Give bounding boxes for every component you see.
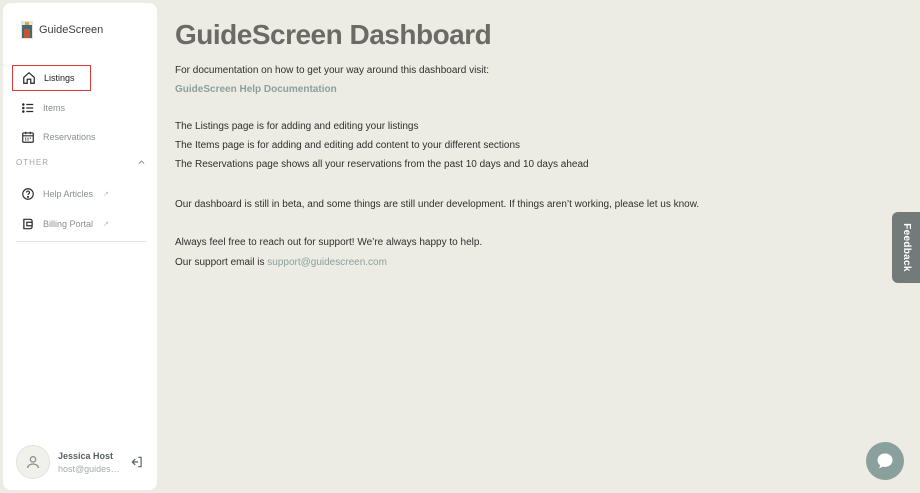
user-icon	[27, 456, 39, 469]
chat-button[interactable]	[866, 442, 904, 480]
sidebar-item-label: Help Articles	[43, 189, 94, 199]
help-circle-icon	[22, 188, 34, 200]
sidebar-item-help-articles[interactable]: Help Articles ↗	[12, 181, 150, 207]
sidebar-item-billing-portal[interactable]: Billing Portal ↗	[12, 211, 150, 237]
chat-bubble-icon	[877, 453, 893, 469]
guidescreen-logo-icon	[21, 21, 33, 39]
sidebar-item-items[interactable]: Items	[12, 95, 150, 121]
logout-icon[interactable]	[130, 455, 144, 469]
external-link-icon: ↗	[103, 221, 109, 228]
sidebar-item-label: Reservations	[43, 132, 96, 142]
main-content: GuideScreen Dashboard For documentation …	[175, 15, 875, 268]
chevron-up-icon	[138, 160, 145, 164]
support-email-link[interactable]: support@guidescreen.com	[267, 257, 387, 268]
intro-text: For documentation on how to get your way…	[175, 65, 490, 76]
sidebar: GuideScreen Listings Items Reservations …	[3, 3, 157, 490]
support-line: Always feel free to reach out for suppor…	[175, 237, 483, 248]
divider	[16, 241, 146, 242]
user-email: host@guidescreen.com	[58, 463, 120, 474]
sidebar-item-label: Items	[43, 103, 66, 113]
help-documentation-link[interactable]: GuideScreen Help Documentation	[175, 84, 337, 95]
feedback-tab[interactable]: Feedback	[892, 212, 920, 283]
page-title: GuideScreen Dashboard	[175, 19, 492, 50]
user-name: Jessica Host	[58, 450, 114, 461]
user-profile[interactable]: Jessica Host host@guidescreen.com	[16, 444, 148, 480]
section-label: OTHER	[16, 158, 49, 167]
items-description: The Items page is for adding and editing…	[175, 140, 521, 151]
sidebar-item-label: Listings	[44, 73, 75, 83]
home-icon	[23, 71, 35, 84]
external-link-icon: ↗	[103, 191, 109, 198]
brand-name: GuideScreen	[39, 24, 104, 36]
feedback-label: Feedback	[900, 223, 912, 272]
avatar[interactable]	[16, 445, 50, 479]
support-email-line: Our support email is support@guidescreen…	[175, 257, 387, 268]
listings-description: The Listings page is for adding and edit…	[175, 121, 419, 132]
reservations-description: The Reservations page shows all your res…	[175, 159, 589, 170]
section-other[interactable]: OTHER	[16, 158, 146, 167]
calendar-icon	[22, 131, 34, 143]
sidebar-item-listings[interactable]: Listings	[12, 65, 91, 91]
sidebar-item-label: Billing Portal	[43, 219, 94, 229]
sidebar-item-reservations[interactable]: Reservations	[12, 124, 150, 150]
list-icon	[22, 103, 34, 113]
brand[interactable]: GuideScreen	[21, 21, 103, 39]
support-email-prefix: Our support email is	[175, 257, 268, 268]
wallet-icon	[23, 218, 33, 230]
beta-note: Our dashboard is still in beta, and some…	[175, 199, 700, 210]
